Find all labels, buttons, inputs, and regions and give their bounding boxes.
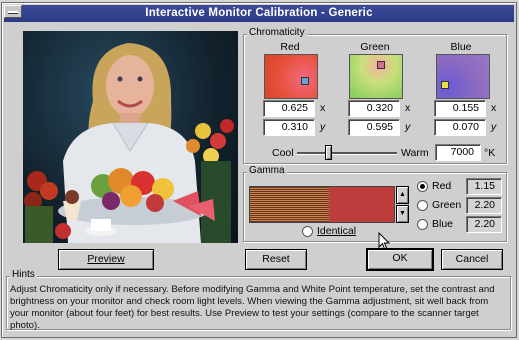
blue-x-label: x [491,102,497,114]
scanner-target-photo [23,31,238,243]
blue-chromaticity-marker[interactable] [441,81,449,89]
ok-button[interactable]: OK [366,248,434,271]
green-chromaticity-swatch[interactable] [349,54,403,99]
green-column-label: Green [360,41,390,53]
gamma-blue-field[interactable]: 2.20 [466,216,502,233]
red-y-field[interactable]: 0.310 [263,119,315,136]
system-menu-icon[interactable] [4,5,22,18]
gamma-up-arrow-icon[interactable]: ▲ [396,186,409,204]
blue-y-label: y [491,121,497,133]
reset-button[interactable]: Reset [245,249,307,270]
red-y-label: y [320,121,326,133]
title-bar: Interactive Monitor Calibration - Generi… [4,5,514,22]
temperature-unit-label: °K [484,147,496,159]
gamma-green-field[interactable]: 2.20 [466,197,502,214]
identical-label[interactable]: Identical [317,225,356,237]
window-title: Interactive Monitor Calibration - Generi… [145,7,373,19]
green-x-label: x [405,102,411,114]
gamma-blue-radio[interactable] [417,219,428,230]
temperature-field[interactable]: 7000 [435,144,481,161]
gamma-red-radio[interactable] [417,181,428,192]
red-chromaticity-swatch[interactable] [264,54,318,99]
gamma-striped-pattern [250,187,329,222]
green-chromaticity-marker[interactable] [377,61,385,69]
gamma-test-pattern [249,186,395,223]
gamma-green-label[interactable]: Green [432,199,461,211]
blue-column-label: Blue [450,41,472,53]
gamma-group-label: Gamma [247,165,287,176]
green-y-field[interactable]: 0.595 [348,119,400,136]
gamma-blue-label[interactable]: Blue [432,218,453,230]
blue-x-field[interactable]: 0.155 [434,100,486,117]
green-y-label: y [405,121,411,133]
chromaticity-group-label: Chromaticity [247,27,307,38]
green-x-field[interactable]: 0.320 [348,100,400,117]
ok-button-label: OK [392,252,408,264]
gamma-red-field[interactable]: 1.15 [466,178,502,195]
gamma-down-arrow-icon[interactable]: ▼ [396,205,409,223]
warm-label: Warm [401,147,429,159]
woman-with-fruit-image [24,43,234,243]
gamma-red-label[interactable]: Red [432,180,451,192]
reset-button-label: Reset [262,253,290,265]
temperature-slider-thumb[interactable] [325,145,332,160]
cancel-button[interactable]: Cancel [441,249,503,270]
hints-group-label: Hints [10,269,37,280]
hints-text: Adjust Chromaticity only if necessary. B… [10,284,495,331]
red-x-label: x [320,102,326,114]
blue-chromaticity-swatch[interactable] [436,54,490,99]
red-x-field[interactable]: 0.625 [263,100,315,117]
cool-label: Cool [272,147,294,159]
red-column-label: Red [280,41,300,53]
preview-button[interactable]: Preview [58,249,154,270]
red-chromaticity-marker[interactable] [301,77,309,85]
gamma-solid-pattern [329,187,394,222]
identical-radio[interactable] [302,226,313,237]
preview-button-label: Preview [87,253,125,265]
temperature-slider-track[interactable] [297,152,397,155]
cancel-button-label: Cancel [455,253,489,265]
gamma-green-radio[interactable] [417,200,428,211]
blue-y-field[interactable]: 0.070 [434,119,486,136]
